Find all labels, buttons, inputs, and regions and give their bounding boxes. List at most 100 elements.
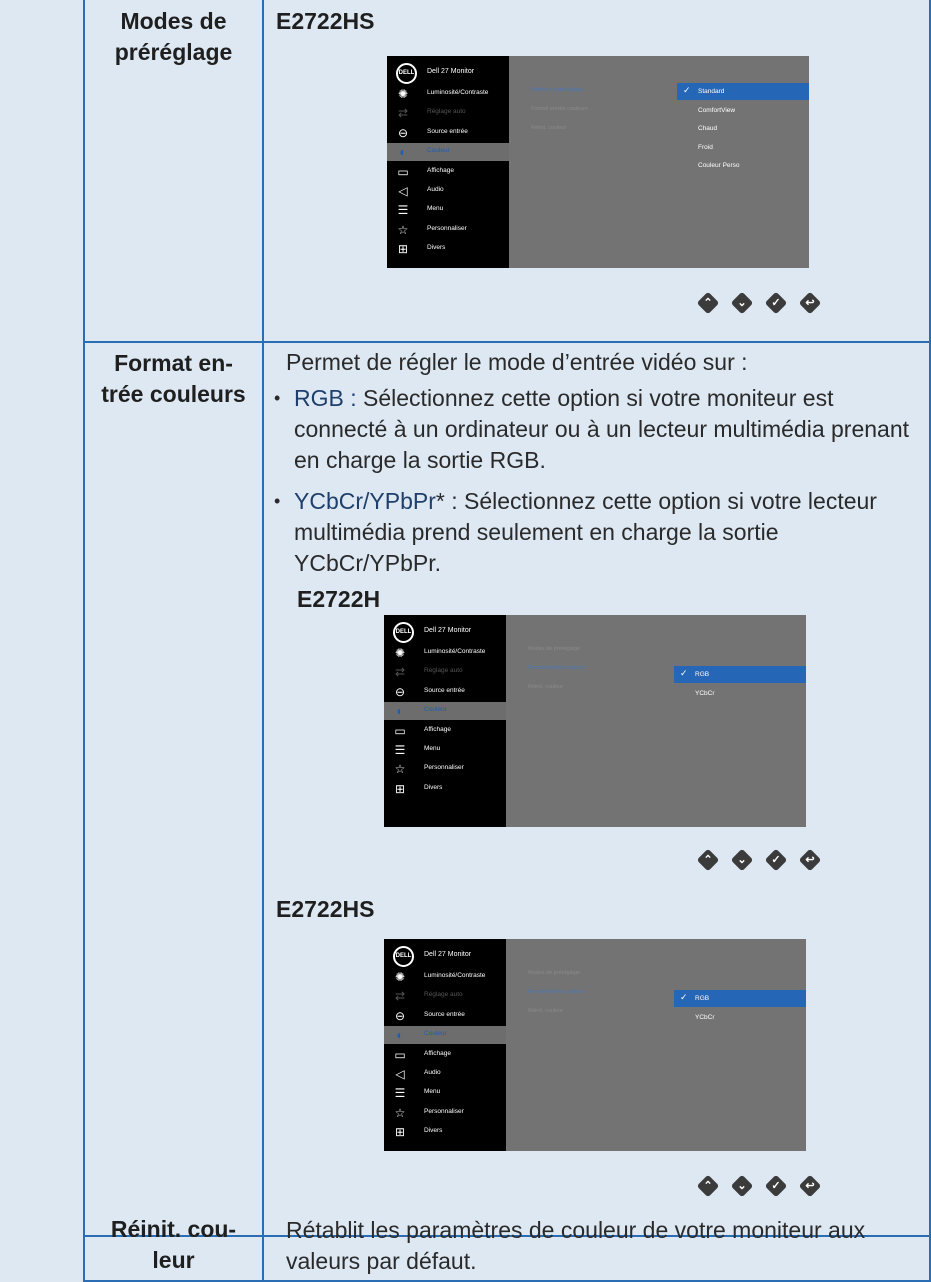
check-button[interactable]: ✓ <box>764 1174 788 1198</box>
osd-menu-item[interactable]: ✺ Luminosité/Contraste <box>387 85 509 103</box>
down-button[interactable]: ⌄ <box>730 848 754 872</box>
osd-submenu-item[interactable]: Réinit. couleur <box>531 125 566 131</box>
row-label: Modes de préréglage <box>114 8 233 65</box>
osd-menu-item[interactable]: ☆ Personnaliser <box>384 760 506 778</box>
row-label-cell: Modes de préréglage <box>84 0 263 342</box>
osd-menu-label: Réglage auto <box>427 108 466 116</box>
osd-menu-label: Couleur <box>424 706 447 714</box>
osd-menu-item[interactable]: ▭ Affichage <box>384 1046 506 1064</box>
osd-menu-item[interactable]: ◐ Couleur <box>384 1026 506 1045</box>
back-button[interactable]: ↩ <box>798 848 822 872</box>
osd-menu-item[interactable]: ⊖ Source entrée <box>387 124 509 142</box>
others-icon: ⊞ <box>394 781 406 796</box>
osd-menu-item[interactable]: ◁ Audio <box>384 1065 506 1083</box>
row-label: Réinit. cou- leur <box>110 1216 237 1273</box>
osd-menu-item[interactable]: ⊖ Source entrée <box>384 1007 506 1025</box>
osd-menu-item[interactable]: ✺ Luminosité/Contraste <box>384 644 506 662</box>
check-button[interactable]: ✓ <box>764 291 788 315</box>
osd-menu-item[interactable]: ◐ Couleur <box>384 702 506 721</box>
bullet-rgb: • RGB : Sélectionnez cette option si vot… <box>274 383 920 476</box>
osd-submenu-item[interactable]: Format entrée couleurs <box>531 106 588 112</box>
osd-menu-label: Luminosité/Contraste <box>424 648 486 655</box>
osd-screenshot: DELL Dell 27 Monitor ✺ Luminosité/Contraste… <box>384 939 806 1151</box>
osd-menu-item[interactable]: ⇄ Réglage auto <box>384 987 506 1005</box>
auto-adjust-icon: ⇄ <box>394 665 406 680</box>
check-button-icon: ✓ <box>771 297 781 309</box>
osd-option[interactable]: ✓ Standard <box>677 83 809 100</box>
osd-menu-item[interactable]: ☆ Personnaliser <box>384 1104 506 1122</box>
table-row: Format en- trée couleurs Permet de régle… <box>0 342 931 1236</box>
back-button-icon: ↩ <box>805 854 815 866</box>
check-button-icon: ✓ <box>771 854 781 866</box>
osd-submenu-item[interactable]: Modes de préréglage <box>528 970 580 976</box>
osd-menu-item[interactable]: ⇄ Réglage auto <box>384 663 506 681</box>
down-button[interactable]: ⌄ <box>730 291 754 315</box>
osd-option[interactable]: Couleur Perso <box>677 157 809 174</box>
bullet-dot: • <box>274 491 281 511</box>
down-button[interactable]: ⌄ <box>730 1174 754 1198</box>
audio-icon: ◁ <box>395 1067 405 1081</box>
check-button[interactable]: ✓ <box>764 848 788 872</box>
up-button-icon: ⌃ <box>703 297 713 309</box>
osd-menu-item[interactable]: ⊞ Divers <box>387 240 509 258</box>
osd-option[interactable]: ComfortView <box>677 102 809 119</box>
osd-option-label: Chaud <box>698 125 718 132</box>
up-button[interactable]: ⌃ <box>696 291 720 315</box>
osd-menu-item[interactable]: ☰ Menu <box>384 741 506 759</box>
osd-menu-label: Luminosité/Contraste <box>424 972 486 979</box>
back-button[interactable]: ↩ <box>798 291 822 315</box>
osd-menu-label: Personnaliser <box>424 1107 464 1115</box>
osd-menu-item[interactable]: ◁ Audio <box>387 182 509 200</box>
input-source-icon: ⊖ <box>394 684 406 699</box>
osd-submenu-item[interactable]: Réinit. couleur <box>528 1008 563 1014</box>
dell-logo: DELL <box>393 622 414 643</box>
osd-menu-item[interactable]: ⊖ Source entrée <box>384 683 506 701</box>
down-button-icon: ⌄ <box>737 297 747 309</box>
bullet-ycbcr: • YCbCr/YPbPr* : Sélectionnez cette opti… <box>274 486 920 579</box>
osd-menu-item[interactable]: ✺ Luminosité/Contraste <box>384 968 506 986</box>
osd-option[interactable]: Chaud <box>677 120 809 137</box>
row-label-cell: Format en- trée couleurs <box>84 342 263 1236</box>
osd-submenu-item[interactable]: Format entrée couleurs <box>528 989 585 995</box>
osd-menu-item[interactable]: ◐ Couleur <box>387 143 509 162</box>
osd-submenu-item[interactable]: Modes de préréglage <box>531 87 583 93</box>
dell-logo: DELL <box>396 63 417 84</box>
osd-submenu-item[interactable]: Modes de préréglage <box>528 646 580 652</box>
up-button[interactable]: ⌃ <box>696 1174 720 1198</box>
auto-adjust-icon: ⇄ <box>394 989 406 1004</box>
osd-option[interactable]: YCbCr <box>674 1009 806 1026</box>
osd-option[interactable]: YCbCr <box>674 685 806 702</box>
osd-menu-label: Couleur <box>427 147 450 155</box>
color-icon: ◐ <box>399 145 407 160</box>
up-button[interactable]: ⌃ <box>696 848 720 872</box>
input-source-icon: ⊖ <box>394 1008 406 1023</box>
osd-submenu-item[interactable]: Format entrée couleurs <box>528 665 585 671</box>
osd-menu-item[interactable]: ☰ Menu <box>387 201 509 219</box>
down-button-icon: ⌄ <box>737 854 747 866</box>
osd-title: Dell 27 Monitor <box>424 951 472 958</box>
osd-option[interactable]: Froid <box>677 139 809 156</box>
osd-option[interactable]: ✓ RGB <box>674 990 806 1007</box>
auto-adjust-icon: ⇄ <box>397 106 409 121</box>
osd-menu-item[interactable]: ☰ Menu <box>384 1084 506 1102</box>
sun-icon: ✺ <box>394 646 406 660</box>
osd-menu-item[interactable]: ▭ Affichage <box>384 722 506 740</box>
down-button-icon: ⌄ <box>737 1180 747 1192</box>
osd-option[interactable]: ✓ RGB <box>674 666 806 683</box>
osd-menu-label: Audio <box>424 1069 441 1076</box>
osd-submenu-item[interactable]: Réinit. couleur <box>528 684 563 690</box>
osd-menu-item[interactable]: ⊞ Divers <box>384 1123 506 1141</box>
color-icon: ◐ <box>396 704 404 719</box>
osd-menu-item[interactable]: ⊞ Divers <box>384 780 506 798</box>
osd-title: Dell 27 Monitor <box>424 627 472 634</box>
osd-screenshot: DELL Dell 27 Monitor ✺ Luminosité/Contraste… <box>384 615 806 827</box>
bullet-text: Sélectionnez cette option si votre monit… <box>294 385 910 473</box>
osd-title: Dell 27 Monitor <box>427 68 475 75</box>
osd-option-label: RGB <box>695 671 710 678</box>
osd-menu-item[interactable]: ▭ Affichage <box>387 163 509 181</box>
menu-icon: ☰ <box>394 1086 406 1101</box>
osd-menu-item[interactable]: ⇄ Réglage auto <box>387 104 509 122</box>
osd-option-label: YCbCr <box>695 689 715 697</box>
osd-menu-item[interactable]: ☆ Personnaliser <box>387 221 509 239</box>
back-button[interactable]: ↩ <box>798 1174 822 1198</box>
